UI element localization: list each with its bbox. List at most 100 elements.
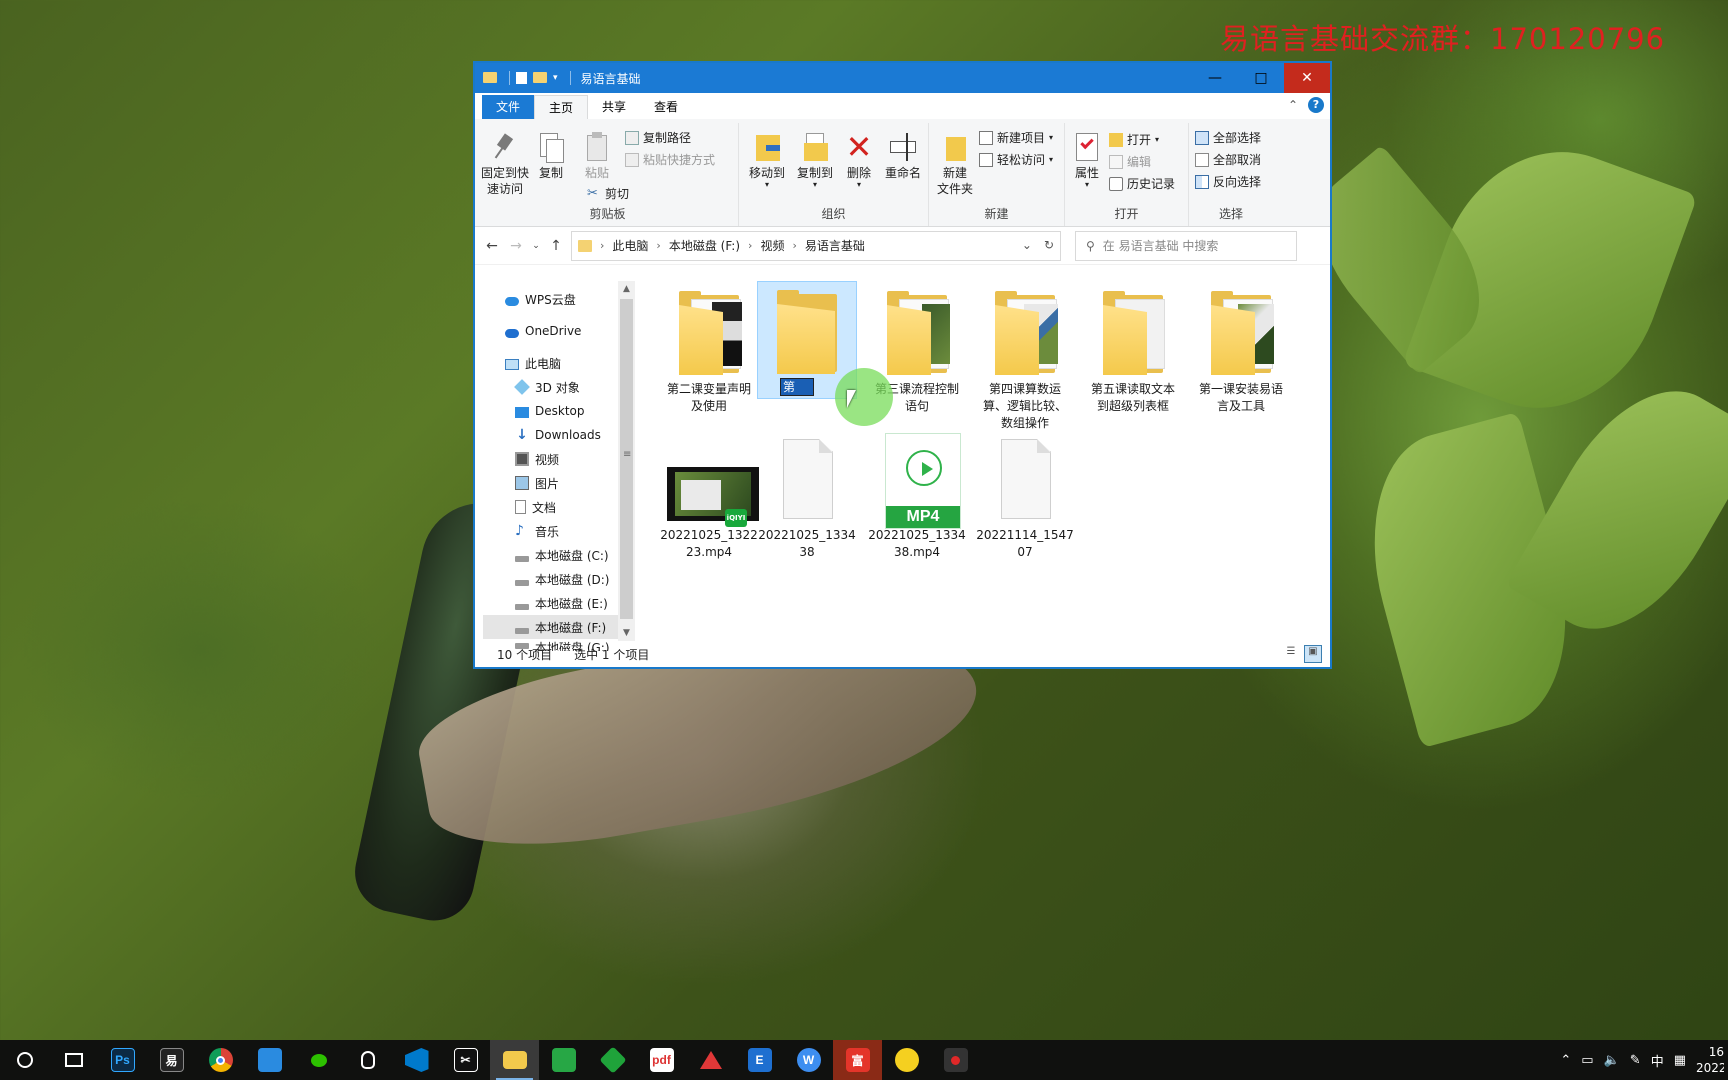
new-item-button[interactable]: 新建项目 ▾ — [979, 129, 1053, 146]
help-icon[interactable]: ? — [1308, 97, 1324, 113]
keyboard-grid-icon[interactable]: ▦ — [1674, 1053, 1686, 1068]
new-folder-button[interactable]: 新建 文件夹 — [931, 127, 979, 197]
file-item[interactable]: 20221114_1547 07 — [975, 429, 1075, 561]
folder-item[interactable]: 第一课安装易语 言及工具 — [1191, 283, 1291, 415]
easy-access-button[interactable]: 轻松访问 ▾ — [979, 151, 1053, 168]
pen-icon[interactable]: ✎ — [1630, 1053, 1641, 1068]
file-list[interactable]: 第二课变量声明 及使用 第 第三课流程控制 语句 第四课算数运 算、逻辑比较、 … — [635, 281, 1330, 641]
rename-input[interactable]: 第 — [780, 378, 814, 396]
taskbar-wps[interactable]: W — [784, 1040, 833, 1080]
maximize-button[interactable]: □ — [1238, 63, 1284, 93]
details-view-icon[interactable]: ☰ — [1282, 645, 1300, 663]
taskbar-easy-language[interactable]: 易 — [147, 1040, 196, 1080]
new-folder-quick-icon[interactable] — [533, 71, 547, 85]
tray-overflow-icon[interactable]: ⌃ — [1560, 1053, 1571, 1068]
rename-button[interactable]: 重命名 — [879, 127, 927, 181]
collapse-ribbon-icon[interactable]: ⌃ — [1288, 98, 1298, 112]
nav-item-downloads[interactable]: ↓ Downloads — [483, 423, 635, 447]
edit-button[interactable]: 编辑 — [1109, 153, 1151, 170]
back-button[interactable]: ← — [483, 238, 501, 254]
copy-to-button[interactable]: 复制到 ▾ — [791, 127, 839, 189]
nav-item-pictures[interactable]: 图片 — [483, 471, 635, 495]
cut-button[interactable]: ✂ 剪切 — [587, 185, 629, 202]
nav-item-desktop[interactable]: Desktop — [483, 399, 635, 423]
folder-item[interactable]: 第二课变量声明 及使用 — [659, 283, 759, 415]
taskbar-vscode[interactable] — [392, 1040, 441, 1080]
taskbar-red-a[interactable] — [686, 1040, 735, 1080]
close-button[interactable]: ✕ — [1284, 63, 1330, 93]
taskbar-photoshop[interactable]: Ps — [98, 1040, 147, 1080]
taskbar-green-diamond[interactable] — [588, 1040, 637, 1080]
paste-button[interactable]: 粘贴 — [573, 127, 621, 181]
scroll-up-arrow[interactable]: ▲ — [618, 281, 635, 297]
breadcrumb-drive-f[interactable]: 本地磁盘 (F:) — [669, 237, 740, 254]
mp4-file-item[interactable]: MP4 20221025_1334 38.mp4 — [867, 429, 967, 561]
breadcrumb-this-pc[interactable]: 此电脑 — [612, 237, 648, 254]
select-all-button[interactable]: 全部选择 — [1195, 129, 1261, 146]
up-button[interactable]: ↑ — [547, 238, 565, 254]
nav-item-videos[interactable]: 视频 — [483, 447, 635, 471]
tab-file[interactable]: 文件 — [482, 95, 535, 119]
search-button[interactable] — [0, 1040, 49, 1080]
nav-scrollbar[interactable]: ▲ ≡ ▼ — [618, 281, 635, 641]
tab-home[interactable]: 主页 — [534, 95, 589, 119]
taskbar-remote[interactable] — [245, 1040, 294, 1080]
taskbar-futu[interactable]: 富 — [833, 1040, 882, 1080]
nav-item-wps-cloud[interactable]: WPS云盘 — [483, 287, 635, 311]
nav-item-this-pc[interactable]: 此电脑 — [483, 351, 635, 375]
invert-selection-button[interactable]: 反向选择 — [1195, 173, 1261, 190]
delete-button[interactable]: ✕ 删除 ▾ — [839, 127, 879, 189]
copy-button[interactable]: 复制 — [527, 127, 575, 181]
minimize-button[interactable]: — — [1192, 63, 1238, 93]
taskbar-capcut[interactable]: ✂ — [441, 1040, 490, 1080]
recent-locations-icon[interactable]: ⌄ — [531, 241, 541, 251]
ime-indicator[interactable]: 中 — [1651, 1051, 1664, 1070]
explorer-window[interactable]: ▾ 易语言基础 — □ ✕ 文件 主页 共享 查看 ⌃ ? 固定到快 速访问 复… — [474, 62, 1331, 668]
properties-button[interactable]: 属性 ▾ — [1067, 127, 1107, 189]
pin-quick-access-button[interactable]: 固定到快 速访问 — [481, 127, 529, 197]
copy-path-button[interactable]: 复制路径 — [625, 129, 691, 146]
nav-item-onedrive[interactable]: OneDrive — [483, 319, 635, 343]
folder-item[interactable]: 第四课算数运 算、逻辑比较、 数组操作 — [975, 283, 1075, 432]
history-button[interactable]: 历史记录 — [1109, 175, 1175, 192]
taskbar-yellow-app[interactable] — [882, 1040, 931, 1080]
move-to-button[interactable]: 移动到 ▾ — [743, 127, 791, 189]
clock[interactable]: 16 2022 — [1696, 1044, 1724, 1076]
nav-item-drive-e[interactable]: 本地磁盘 (E:) — [483, 591, 635, 615]
task-view-button[interactable] — [49, 1040, 98, 1080]
nav-item-drive-f[interactable]: 本地磁盘 (F:) — [483, 615, 635, 639]
tab-share[interactable]: 共享 — [588, 95, 641, 119]
address-bar[interactable]: › 此电脑 › 本地磁盘 (F:) › 视频 › 易语言基础 ⌄ ↻ — [571, 230, 1061, 261]
network-icon[interactable]: ▭ — [1581, 1053, 1593, 1068]
search-input[interactable]: ⚲ 在 易语言基础 中搜索 — [1075, 230, 1297, 261]
taskbar-chrome[interactable] — [196, 1040, 245, 1080]
nav-item-drive-d[interactable]: 本地磁盘 (D:) — [483, 567, 635, 591]
breadcrumb-video[interactable]: 视频 — [760, 237, 784, 254]
quick-access-dropdown-icon[interactable]: ▾ — [553, 73, 558, 83]
taskbar-green-app[interactable] — [539, 1040, 588, 1080]
file-item[interactable]: 20221025_1334 38 — [757, 429, 857, 561]
properties-icon[interactable] — [516, 72, 527, 84]
scroll-thumb[interactable]: ≡ — [620, 299, 633, 619]
taskbar-recorder[interactable] — [931, 1040, 980, 1080]
nav-item-music[interactable]: ♪ 音乐 — [483, 519, 635, 543]
video-file-item[interactable]: iQIYI 20221025_1322 23.mp4 — [659, 429, 759, 561]
nav-item-drive-c[interactable]: 本地磁盘 (C:) — [483, 543, 635, 567]
taskbar-blue-e[interactable]: E — [735, 1040, 784, 1080]
scroll-down-arrow[interactable]: ▼ — [618, 625, 635, 641]
taskbar-file-explorer[interactable] — [490, 1040, 539, 1080]
taskbar-pdf[interactable]: pdf — [637, 1040, 686, 1080]
select-none-button[interactable]: 全部取消 — [1195, 151, 1261, 168]
taskbar-wechat[interactable] — [294, 1040, 343, 1080]
title-bar[interactable]: ▾ 易语言基础 — □ ✕ — [475, 63, 1330, 93]
address-dropdown-icon[interactable]: ⌄ — [1022, 238, 1032, 252]
open-button[interactable]: 打开 ▾ — [1109, 131, 1159, 148]
folder-item[interactable]: 第五课读取文本 到超级列表框 — [1083, 283, 1183, 415]
tab-view[interactable]: 查看 — [640, 95, 693, 119]
forward-button[interactable]: → — [507, 238, 525, 254]
nav-item-3d-objects[interactable]: 3D 对象 — [483, 375, 635, 399]
breadcrumb-current[interactable]: 易语言基础 — [805, 237, 865, 254]
refresh-icon[interactable]: ↻ — [1044, 238, 1054, 252]
navigation-pane[interactable]: WPS云盘 OneDrive 此电脑 3D 对象 Desktop ↓ Downl… — [475, 281, 635, 651]
nav-item-documents[interactable]: 文档 — [483, 495, 635, 519]
